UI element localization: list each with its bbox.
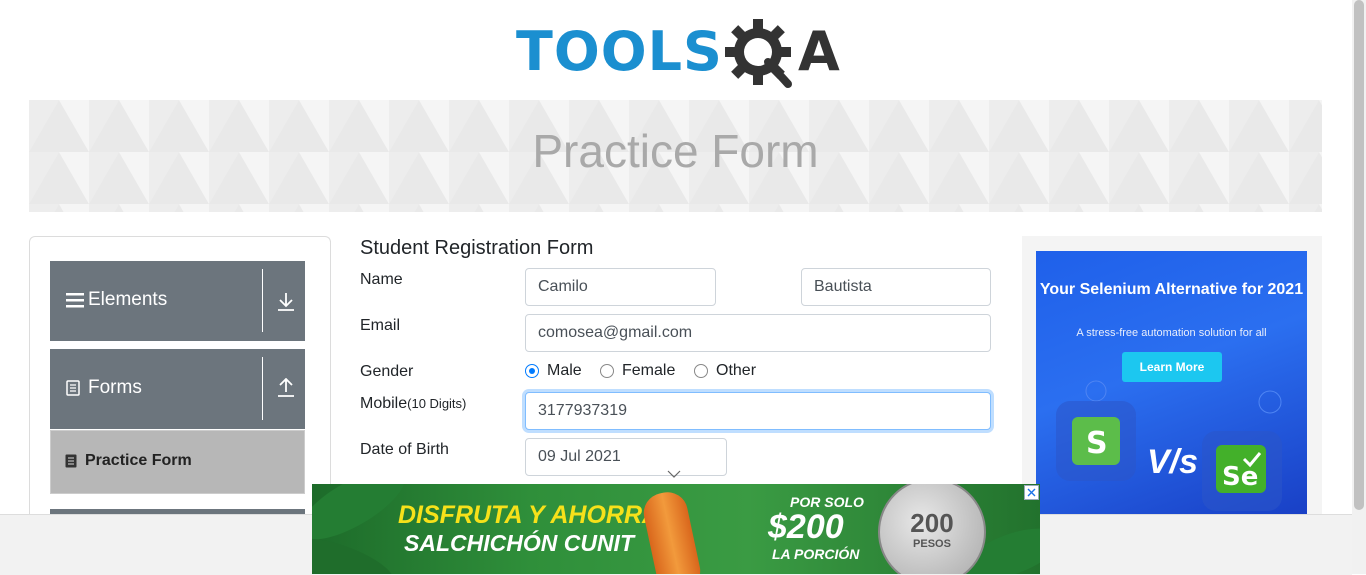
sidebar-group-forms[interactable]: Forms bbox=[50, 349, 305, 429]
chevron-down-icon bbox=[667, 470, 681, 478]
ad-line-2: SALCHICHÓN CUNIT bbox=[404, 530, 634, 556]
form-icon bbox=[65, 454, 77, 468]
email-input[interactable] bbox=[525, 314, 991, 352]
logo-text: TOOLS bbox=[516, 20, 723, 83]
download-arrow-icon[interactable] bbox=[276, 292, 296, 312]
radio-label: Female bbox=[622, 362, 676, 379]
mobile-label: Mobile(10 Digits) bbox=[360, 395, 466, 413]
gender-radio-male[interactable]: Male bbox=[525, 362, 595, 383]
sidebar-group-elements[interactable]: Elements bbox=[50, 261, 305, 341]
ad-line-1: DISFRUTA Y AHORRA bbox=[398, 501, 661, 529]
date-of-birth-input[interactable] bbox=[525, 438, 727, 476]
document-icon bbox=[66, 380, 80, 396]
bottom-banner-ad[interactable]: DISFRUTA Y AHORRA SALCHICHÓN CUNIT POR S… bbox=[312, 484, 1040, 574]
selenium-ad[interactable]: Your Selenium Alternative for 2021 A str… bbox=[1036, 251, 1307, 514]
page-title: Practice Form bbox=[532, 125, 819, 177]
radio-button[interactable] bbox=[525, 364, 539, 378]
divider bbox=[262, 357, 263, 420]
coin-image: 200 PESOS bbox=[878, 484, 986, 574]
last-name-input[interactable] bbox=[801, 268, 991, 306]
learn-more-button[interactable]: Learn More bbox=[1122, 352, 1222, 382]
mobile-input[interactable] bbox=[525, 392, 991, 430]
gender-label: Gender bbox=[360, 363, 414, 380]
sidebar-item-label: Practice Form bbox=[85, 452, 192, 469]
mobile-label-text: Mobile bbox=[360, 395, 408, 412]
selenium-logo-text: Se bbox=[1222, 462, 1258, 492]
form-title: Student Registration Form bbox=[360, 237, 594, 259]
close-ad-icon[interactable] bbox=[1024, 485, 1039, 500]
dob-label: Date of Birth bbox=[360, 441, 449, 458]
coin-text: PESOS bbox=[913, 538, 951, 550]
mobile-hint: (10 Digits) bbox=[407, 396, 467, 411]
page-banner: Practice Form bbox=[29, 100, 1322, 212]
logo-suffix: A bbox=[798, 20, 840, 83]
selenium-logo-icon: Se bbox=[1216, 445, 1266, 493]
radio-label: Male bbox=[547, 362, 582, 379]
gender-radio-female[interactable]: Female bbox=[600, 362, 690, 383]
sidebar-group-label: Elements bbox=[88, 289, 168, 310]
first-name-input[interactable] bbox=[525, 268, 716, 306]
sidebar: Elements Forms Practice Form bbox=[29, 236, 331, 537]
sidebar-group-label: Forms bbox=[88, 377, 142, 398]
radio-label: Other bbox=[716, 362, 757, 379]
ad-subtitle: A stress-free automation solution for al… bbox=[1076, 327, 1267, 339]
price-label-bottom: LA PORCIÓN bbox=[772, 546, 860, 562]
menu-icon bbox=[66, 293, 84, 308]
sidebar-item-practice-form[interactable]: Practice Form bbox=[50, 430, 305, 494]
gender-radio-other[interactable]: Other bbox=[694, 362, 774, 383]
scrollbar-thumb[interactable] bbox=[1354, 0, 1364, 510]
versus-text: V/s bbox=[1147, 443, 1199, 481]
toolsqa-logo[interactable]: TOOLS A bbox=[516, 14, 840, 92]
katalon-logo-text: S bbox=[1086, 426, 1108, 461]
divider bbox=[262, 269, 263, 332]
close-icon bbox=[1027, 488, 1036, 497]
email-label: Email bbox=[360, 317, 401, 334]
radio-button[interactable] bbox=[694, 364, 708, 378]
price-value: $200 bbox=[768, 508, 844, 546]
katalon-logo-icon: S bbox=[1072, 417, 1120, 465]
gear-search-icon bbox=[725, 19, 792, 88]
name-label: Name bbox=[360, 271, 403, 288]
ad-headline: Your Selenium Alternative for 2021 bbox=[1039, 281, 1304, 298]
coin-value: 200 bbox=[910, 508, 954, 538]
upload-arrow-icon[interactable] bbox=[276, 378, 296, 398]
radio-button[interactable] bbox=[600, 364, 614, 378]
